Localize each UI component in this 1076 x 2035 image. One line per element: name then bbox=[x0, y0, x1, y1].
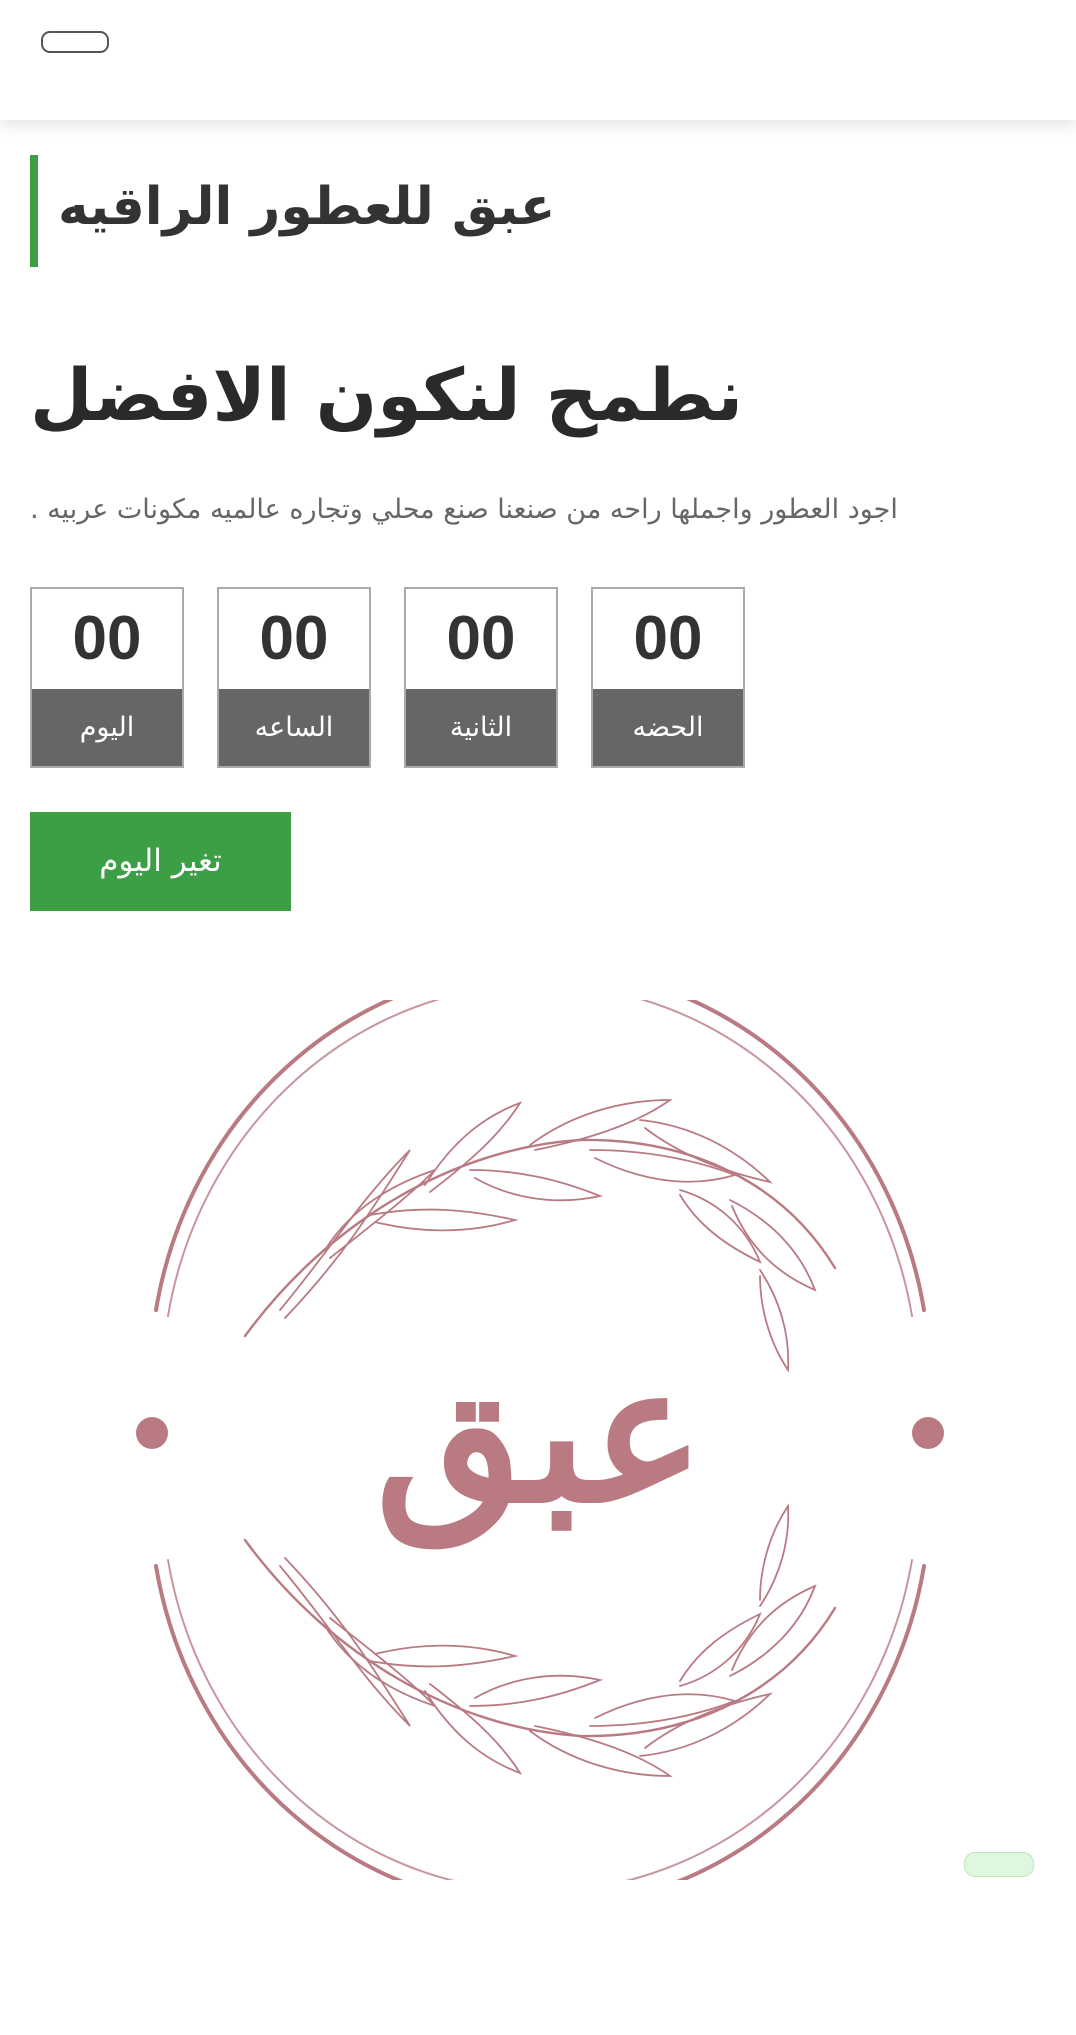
brand-title: عبق للعطور الراقيه bbox=[58, 177, 556, 237]
logo-wordmark: عبق bbox=[375, 1322, 704, 1550]
hero-headline-text: نطمح لنكون الافضل bbox=[30, 353, 744, 437]
hero-subtext: اجود العطور واجملها راحه من صنعنا صنع مح… bbox=[30, 490, 990, 530]
top-navbar bbox=[0, 0, 1076, 120]
countdown-hour: 00 الساعه bbox=[217, 587, 371, 768]
countdown-moment: 00 الحضه bbox=[591, 587, 745, 768]
brand-block: عبق للعطور الراقيه bbox=[30, 155, 630, 267]
countdown-second-label: الثانية bbox=[406, 689, 556, 766]
hamburger-toggle-icon[interactable] bbox=[41, 31, 109, 53]
countdown-second-value: 00 bbox=[446, 604, 516, 673]
countdown-hour-label: الساعه bbox=[219, 689, 369, 766]
countdown-second: 00 الثانية bbox=[404, 587, 558, 768]
hero-headline: نطمح لنكون الافضل bbox=[30, 340, 830, 450]
laurel-wreath-logo-icon: عبق bbox=[120, 965, 960, 1911]
change-day-button[interactable]: تغير اليوم bbox=[30, 812, 291, 911]
hero-subtext-text: اجود العطور واجملها راحه من صنعنا صنع مح… bbox=[30, 494, 898, 525]
logo-graphic: عبق bbox=[136, 965, 944, 1911]
countdown-hour-value: 00 bbox=[259, 604, 329, 673]
countdown-moment-label: الحضه bbox=[593, 689, 743, 766]
chat-pill-icon[interactable] bbox=[964, 1852, 1034, 1877]
countdown-day-label: اليوم bbox=[32, 689, 182, 766]
countdown-day-value: 00 bbox=[72, 604, 142, 673]
countdown-moment-value: 00 bbox=[633, 604, 703, 673]
countdown-day: 00 اليوم bbox=[30, 587, 184, 768]
